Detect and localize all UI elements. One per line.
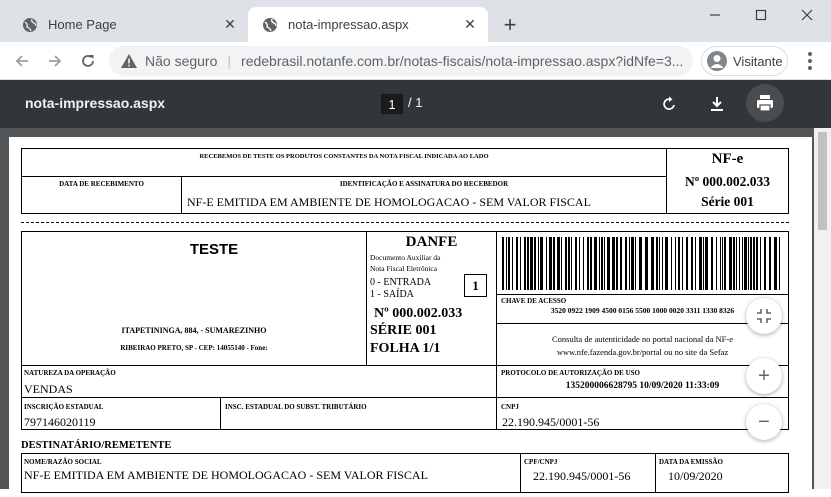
recipient-cpf-label: CPF/CNPJ <box>524 458 558 466</box>
globe-icon <box>22 17 38 33</box>
recipient-cpf-value: 22.190.945/0001-56 <box>533 469 631 483</box>
rotate-icon[interactable] <box>657 92 681 116</box>
issuer-address1: ITAPETININGA, 884, - SUMAREZINHO <box>121 326 267 335</box>
recipient-name-label: NOME/RAZÃO SOCIAL <box>24 458 102 466</box>
minimize-icon[interactable] <box>692 0 738 30</box>
danfe-folha: FOLHA 1/1 <box>370 341 441 356</box>
issuer-name: TESTE <box>189 241 239 258</box>
tab-nota-impressao[interactable]: nota-impressao.aspx ✕ <box>248 7 488 42</box>
receipt-nfe-serie: Série 001 <box>701 194 754 209</box>
danfe-entrada: 0 - ENTRADA <box>370 277 432 288</box>
profile-button[interactable]: Visitante <box>701 46 788 76</box>
danfe-title: DANFE <box>405 234 458 250</box>
ie-label: INSCRIÇÃO ESTADUAL <box>24 403 104 411</box>
maximize-icon[interactable] <box>738 0 784 30</box>
scrollbar-thumb[interactable] <box>818 132 827 230</box>
security-label: Não seguro <box>145 53 218 69</box>
receipt-nfe-number: Nº 000.002.033 <box>684 174 771 189</box>
ie-st-label: INSC. ESTADUAL DO SUBST. TRIBUTÁRIO <box>225 403 367 411</box>
consult-line1: Consulta de autenticidade no portal naci… <box>551 334 734 344</box>
close-tab-icon[interactable]: ✕ <box>460 15 480 35</box>
nature-label: NATUREZA DA OPERAÇÃO <box>24 369 116 377</box>
pdf-toolbar: nota-impressao.aspx 1 / 1 <box>0 80 831 128</box>
danfe-sub2: Nota Fiscal Eletrônica <box>370 264 438 273</box>
receipt-sig-label: IDENTIFICAÇÃO E ASSINATURA DO RECEBEDOR <box>339 180 509 188</box>
print-icon[interactable] <box>746 84 784 122</box>
page-total: / 1 <box>408 95 423 110</box>
pdf-title: nota-impressao.aspx <box>25 95 166 111</box>
ie-st-box <box>220 397 497 430</box>
warning-icon[interactable] <box>121 54 137 68</box>
more-menu-icon[interactable] <box>800 50 820 72</box>
ie-value: 797146020119 <box>24 415 96 429</box>
receipt-nfe-title: NF-e <box>711 151 744 167</box>
page-number-input[interactable]: 1 <box>381 94 403 114</box>
window-close-icon[interactable] <box>784 0 830 30</box>
tab-title: Home Page <box>48 17 117 32</box>
url-text: redebrasil.notanfe.com.br/notas-fiscais/… <box>241 53 684 69</box>
danfe-number: Nº 000.002.033 <box>374 306 463 321</box>
tab-title: nota-impressao.aspx <box>288 17 409 32</box>
tab-strip: Home Page ✕ nota-impressao.aspx ✕ + <box>0 0 831 42</box>
address-bar[interactable]: Não seguro | redebrasil.notanfe.com.br/n… <box>109 46 693 76</box>
omnibox-separator: | <box>227 53 232 69</box>
receipt-date-label: DATA DE RECEBIMENTO <box>59 180 144 188</box>
access-key-value: 3520 0922 1909 4500 0156 5500 1000 0020 … <box>550 306 735 315</box>
zoom-in-button[interactable]: + <box>746 358 782 394</box>
access-divider <box>496 294 789 295</box>
forward-arrow-icon[interactable] <box>43 49 67 73</box>
cnpj-label: CNPJ <box>501 403 519 411</box>
danfe-saida: 1 - SAÍDA <box>370 289 414 300</box>
cnpj-value: 22.190.945/0001-56 <box>502 415 600 429</box>
barcode-image <box>502 237 780 290</box>
receipt-header: RECEBEMOS DE TESTE OS PRODUTOS CONSTANTE… <box>199 153 489 160</box>
tab-home-page[interactable]: Home Page ✕ <box>8 7 248 42</box>
zoom-out-button[interactable]: − <box>746 404 782 440</box>
recipient-date-value: 10/09/2020 <box>668 469 723 483</box>
cut-line <box>21 222 789 223</box>
issuer-address2: RIBEIRAO PRETO, SP - CEP: 14055140 - Fon… <box>120 344 268 352</box>
fit-to-page-button[interactable] <box>746 298 782 334</box>
close-tab-icon[interactable]: ✕ <box>220 15 240 35</box>
download-icon[interactable] <box>705 92 729 116</box>
pdf-page: RECEBEMOS DE TESTE OS PRODUTOS CONSTANTE… <box>9 137 812 497</box>
browser-toolbar: Não seguro | redebrasil.notanfe.com.br/n… <box>0 42 831 80</box>
access-divider-2 <box>496 323 789 324</box>
recipient-name-value: NF-E EMITIDA EM AMBIENTE DE HOMOLOGACAO … <box>24 468 428 482</box>
back-arrow-icon[interactable] <box>10 49 34 73</box>
pdf-viewer-area[interactable]: RECEBEMOS DE TESTE OS PRODUTOS CONSTANTE… <box>0 128 831 497</box>
danfe-sub1: Documento Auxiliar da <box>370 253 441 262</box>
new-tab-button[interactable]: + <box>498 12 522 37</box>
nature-value: VENDAS <box>24 382 73 396</box>
protocol-label: PROTOCOLO DE AUTORIZAÇÃO DE USO <box>501 369 640 377</box>
profile-label: Visitante <box>733 53 783 69</box>
avatar-icon <box>707 51 727 71</box>
danfe-type-value: 1 <box>464 274 487 297</box>
recipient-section-title: DESTINATÁRIO/REMETENTE <box>21 440 172 451</box>
danfe-serie: SÉRIE 001 <box>370 323 437 338</box>
protocol-value: 135200006628795 10/09/2020 11:33:09 <box>565 381 720 391</box>
recipient-date-label: DATA DA EMISSÃO <box>659 458 723 466</box>
globe-icon <box>262 17 278 33</box>
access-key-label: CHAVE DE ACESSO <box>501 297 567 305</box>
receipt-sig-value: NF-E EMITIDA EM AMBIENTE DE HOMOLOGACAO … <box>187 195 591 209</box>
consult-line2: www.nfe.fazenda.gov.br/portal ou no site… <box>556 347 729 357</box>
reload-icon[interactable] <box>76 49 100 73</box>
